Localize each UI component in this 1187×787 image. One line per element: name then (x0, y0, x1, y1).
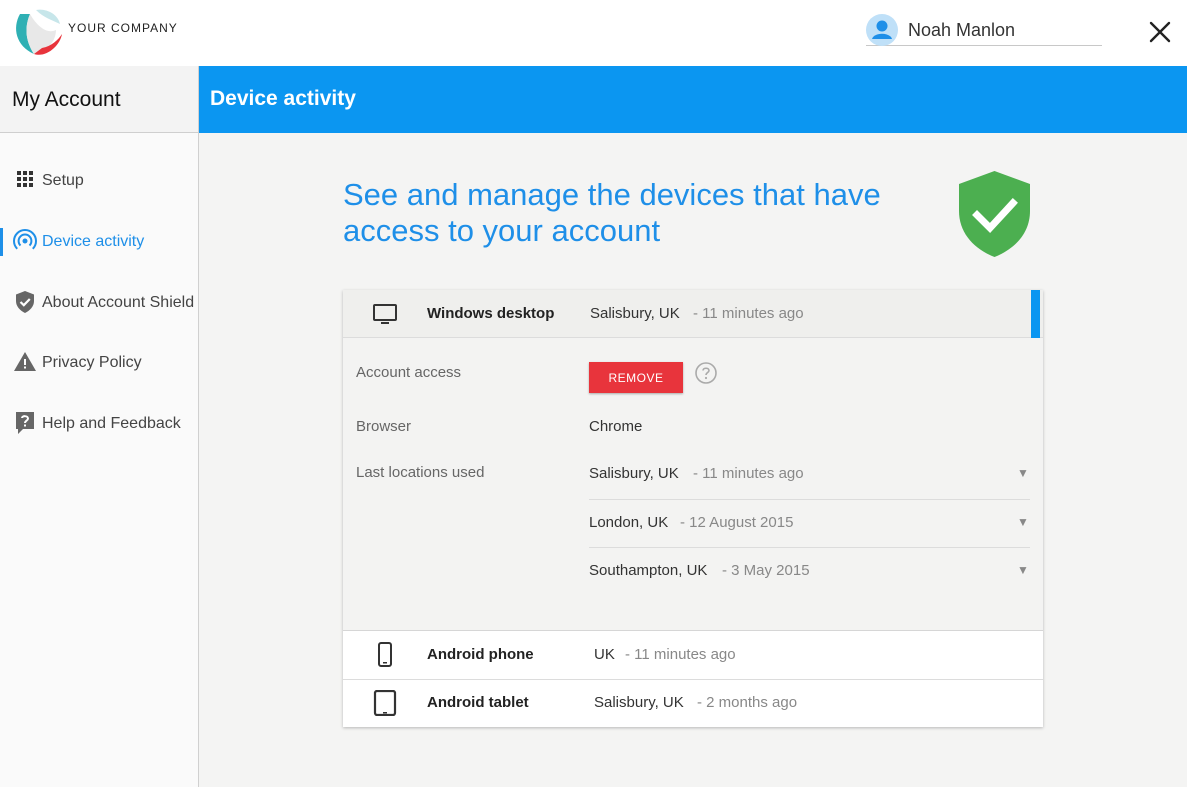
location-place: Salisbury, UK (589, 465, 679, 482)
warning-icon (14, 352, 36, 371)
device-last-seen: - 2 months ago (697, 694, 798, 711)
sidebar-item-about-account-shield[interactable]: About Account Shield (0, 283, 198, 323)
device-row-android-tablet[interactable]: Android tablet Salisbury, UK - 2 months … (343, 679, 1043, 727)
chevron-down-icon[interactable]: ▼ (1017, 466, 1029, 480)
device-last-seen: - 11 minutes ago (625, 646, 736, 663)
shield-check-icon (16, 291, 34, 313)
broadcast-icon (13, 229, 37, 250)
device-name: Windows desktop (427, 305, 555, 322)
location-place: Southampton, UK (589, 562, 708, 579)
location-time: - 12 August 2015 (680, 514, 794, 531)
device-details-panel: Account access REMOVE Browser Chrome Las… (343, 338, 1043, 631)
sidebar-item-label: About Account Shield (42, 294, 195, 311)
user-account-field[interactable]: Noah Manlon (866, 14, 1102, 46)
location-place: London, UK (589, 514, 669, 531)
device-name: Android phone (427, 646, 534, 663)
sidebar-item-label: Device activity (42, 233, 145, 250)
user-name: Noah Manlon (908, 20, 1016, 40)
device-row-windows-desktop[interactable]: Windows desktop Salisbury, UK - 11 minut… (343, 290, 1043, 338)
help-bubble-icon (16, 412, 34, 434)
chevron-down-icon[interactable]: ▼ (1017, 563, 1029, 577)
sidebar-item-help-and-feedback[interactable]: Help and Feedback (0, 404, 198, 444)
chevron-down-icon[interactable]: ▼ (1017, 515, 1029, 529)
location-item[interactable]: London, UK - 12 August 2015 ▼ (589, 499, 1030, 547)
sidebar-item-label: Privacy Policy (42, 354, 142, 371)
top-header: YOUR COMPANY Noah Manlon (0, 0, 1187, 66)
close-icon[interactable] (1146, 18, 1174, 46)
company-logo-icon[interactable] (12, 6, 64, 58)
device-last-seen: - 11 minutes ago (693, 305, 804, 322)
device-location: Salisbury, UK (594, 694, 684, 711)
page-title-bar: Device activity (199, 66, 1187, 133)
account-access-label: Account access (356, 364, 462, 381)
sidebar-item-label: Help and Feedback (42, 415, 181, 432)
main-content: See and manage the devices that have acc… (199, 133, 1187, 787)
sidebar-item-device-activity[interactable]: Device activity (0, 222, 198, 262)
shield-check-icon (959, 171, 1030, 257)
tablet-icon (373, 690, 397, 716)
sidebar: My Account Setup Device activity About A… (0, 66, 199, 787)
device-location: UK (594, 646, 615, 663)
help-icon[interactable] (695, 362, 717, 384)
last-locations-label: Last locations used (356, 464, 485, 481)
monitor-icon (373, 304, 397, 324)
device-list: Windows desktop Salisbury, UK - 11 minut… (343, 290, 1043, 727)
sidebar-item-privacy-policy[interactable]: Privacy Policy (0, 343, 198, 383)
selection-indicator (1031, 290, 1040, 338)
sidebar-item-setup[interactable]: Setup (0, 161, 198, 201)
location-time: - 11 minutes ago (693, 465, 804, 482)
location-item[interactable]: Salisbury, UK - 11 minutes ago ▼ (589, 451, 1030, 499)
grid-icon (17, 171, 33, 187)
sidebar-title: My Account (12, 88, 121, 111)
company-name: YOUR COMPANY (68, 21, 178, 35)
headline: See and manage the devices that have acc… (343, 177, 881, 248)
location-item[interactable]: Southampton, UK - 3 May 2015 ▼ (589, 547, 1030, 595)
device-row-android-phone[interactable]: Android phone UK - 11 minutes ago (343, 631, 1043, 679)
device-location: Salisbury, UK (590, 305, 680, 322)
user-avatar-icon (866, 14, 898, 46)
browser-label: Browser (356, 418, 412, 435)
remove-button[interactable]: REMOVE (589, 362, 683, 393)
page-title: Device activity (210, 87, 356, 110)
location-time: - 3 May 2015 (722, 562, 810, 579)
device-name: Android tablet (427, 694, 529, 711)
sidebar-item-label: Setup (42, 172, 84, 189)
sidebar-header: My Account (0, 66, 198, 133)
browser-value: Chrome (589, 418, 643, 435)
phone-icon (378, 642, 392, 667)
